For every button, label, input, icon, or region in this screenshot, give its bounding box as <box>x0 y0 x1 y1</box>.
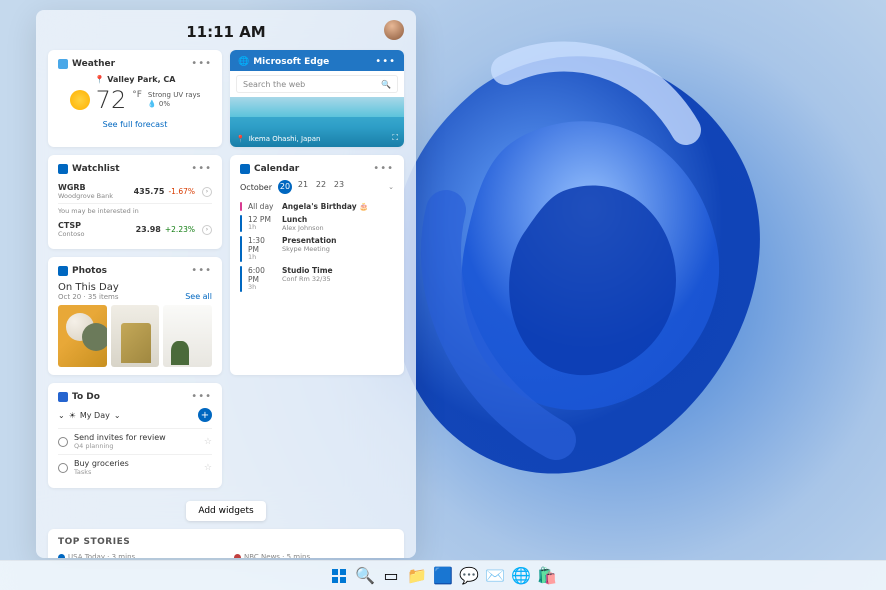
add-widgets-row: Add widgets <box>48 498 404 521</box>
calendar-event[interactable]: 1:30 PM1h PresentationSkype Meeting <box>240 234 394 264</box>
watchlist-more-icon[interactable]: ••• <box>191 163 212 174</box>
info-icon[interactable]: › <box>202 225 212 235</box>
todo-more-icon[interactable]: ••• <box>191 391 212 402</box>
chevron-down-icon[interactable]: ⌄ <box>388 183 394 191</box>
ticker-row[interactable]: CTSPContoso 23.98+2.23%› <box>58 218 212 241</box>
edge-button[interactable]: 🌐 <box>512 567 530 585</box>
chat-button[interactable]: 💬 <box>460 567 478 585</box>
calendar-more-icon[interactable]: ••• <box>373 163 394 174</box>
weather-unit: °F <box>132 90 142 100</box>
photos-seeall-link[interactable]: See all <box>185 292 212 301</box>
edge-widget[interactable]: 🌐 Microsoft Edge ••• Search the web 🔍 📍 … <box>230 50 404 147</box>
photo-thumbnail[interactable] <box>58 305 107 367</box>
photo-thumbnail[interactable] <box>111 305 160 367</box>
search-icon: 🔍 <box>381 80 391 89</box>
photos-icon <box>58 266 68 276</box>
todo-widget[interactable]: To Do ••• ⌄ ☀ My Day ⌄ + Send invites fo… <box>48 383 222 488</box>
user-avatar[interactable] <box>384 20 404 40</box>
photos-widget[interactable]: Photos ••• On This Day Oct 20 · 35 items… <box>48 257 222 375</box>
stocks-icon <box>58 164 68 174</box>
news-section-title: TOP STORIES <box>58 537 394 547</box>
source-dot-icon <box>58 554 65 559</box>
widgets-panel: 11:11 AM Weather ••• 📍 Valley Park, CA 7… <box>36 10 416 558</box>
add-widgets-button[interactable]: Add widgets <box>186 501 265 521</box>
bloom-wallpaper-art <box>356 10 856 530</box>
star-icon[interactable]: ☆ <box>204 437 212 447</box>
photo-thumbnail[interactable] <box>163 305 212 367</box>
calendar-month: October <box>240 183 272 192</box>
chevron-down-icon[interactable]: ⌄ <box>58 411 65 420</box>
todo-widget-title: To Do <box>72 392 100 402</box>
weather-widget-title: Weather <box>72 59 115 69</box>
weather-widget[interactable]: Weather ••• 📍 Valley Park, CA 72 °F Stro… <box>48 50 222 147</box>
weather-more-icon[interactable]: ••• <box>191 58 212 69</box>
edge-icon: 🌐 <box>238 57 249 67</box>
source-dot-icon <box>234 554 241 559</box>
photos-more-icon[interactable]: ••• <box>191 265 212 276</box>
calendar-icon <box>240 164 250 174</box>
todo-icon <box>58 392 68 402</box>
task-checkbox[interactable] <box>58 463 68 473</box>
edge-search-input[interactable]: Search the web 🔍 <box>236 75 398 93</box>
widgets-button[interactable]: 🟦 <box>434 567 452 585</box>
add-task-button[interactable]: + <box>198 408 212 422</box>
edge-widget-title: Microsoft Edge <box>253 57 329 67</box>
chevron-down-icon[interactable]: ⌄ <box>114 411 121 420</box>
expand-icon[interactable]: ⛶ <box>392 133 398 143</box>
edge-background-image: 📍 Ikema Ohashi, Japan ⛶ <box>230 97 404 147</box>
edge-caption: 📍 Ikema Ohashi, Japan <box>236 135 320 143</box>
photos-widget-title: Photos <box>72 266 107 276</box>
mail-button[interactable]: ✉️ <box>486 567 504 585</box>
news-widget[interactable]: TOP STORIES USA Today · 3 mins One of th… <box>48 529 404 558</box>
calendar-widget[interactable]: Calendar ••• October 20 21 22 23 ⌄ All day … <box>230 155 404 375</box>
calendar-day[interactable]: 23 <box>332 180 346 194</box>
panel-clock: 11:11 AM <box>186 23 266 41</box>
calendar-day[interactable]: 20 <box>278 180 292 194</box>
calendar-event[interactable]: All day Angela's Birthday 🎂 <box>240 200 394 213</box>
calendar-day[interactable]: 22 <box>314 180 328 194</box>
star-icon[interactable]: ☆ <box>204 463 212 473</box>
weather-icon <box>58 59 68 69</box>
calendar-widget-title: Calendar <box>254 164 299 174</box>
todo-task[interactable]: Send invites for reviewQ4 planning ☆ <box>58 428 212 454</box>
sun-outline-icon: ☀ <box>69 411 76 420</box>
photos-heading: On This Day <box>58 282 119 293</box>
start-button[interactable] <box>330 567 348 585</box>
calendar-day[interactable]: 21 <box>296 180 310 194</box>
calendar-date-row: October 20 21 22 23 ⌄ <box>240 180 394 194</box>
todo-myday-label: My Day <box>80 411 110 420</box>
calendar-event[interactable]: 6:00 PM3h Studio TimeConf Rm 32/35 <box>240 264 394 294</box>
news-item[interactable]: NBC News · 5 mins Are coffee naps the an… <box>234 553 394 558</box>
ticker-row[interactable]: WGRBWoodgrove Bank 435.75-1.67%› <box>58 180 212 204</box>
info-icon[interactable]: › <box>202 187 212 197</box>
sun-icon <box>70 90 90 110</box>
explorer-button[interactable]: 📁 <box>408 567 426 585</box>
weather-temp: 72 <box>96 86 127 114</box>
weather-location: 📍 Valley Park, CA <box>94 75 175 84</box>
search-button[interactable]: 🔍 <box>356 567 374 585</box>
news-item[interactable]: USA Today · 3 mins One of the smallest b… <box>58 553 218 558</box>
watchlist-widget-title: Watchlist <box>72 164 120 174</box>
store-button[interactable]: 🛍️ <box>538 567 556 585</box>
forecast-link[interactable]: See full forecast <box>103 120 168 129</box>
task-view-button[interactable]: ▭ <box>382 567 400 585</box>
watchlist-widget[interactable]: Watchlist ••• WGRBWoodgrove Bank 435.75-… <box>48 155 222 249</box>
panel-header: 11:11 AM <box>48 20 404 44</box>
todo-task[interactable]: Buy groceriesTasks ☆ <box>58 454 212 480</box>
watchlist-interest-label: You may be interested in <box>58 207 212 215</box>
taskbar: 🔍 ▭ 📁 🟦 💬 ✉️ 🌐 🛍️ <box>0 560 886 590</box>
weather-details: Strong UV rays 💧 0% <box>148 91 200 109</box>
task-checkbox[interactable] <box>58 437 68 447</box>
edge-more-icon[interactable]: ••• <box>375 56 396 67</box>
photos-subheading: Oct 20 · 35 items <box>58 293 119 301</box>
calendar-event[interactable]: 12 PM1h LunchAlex Johnson <box>240 213 394 234</box>
